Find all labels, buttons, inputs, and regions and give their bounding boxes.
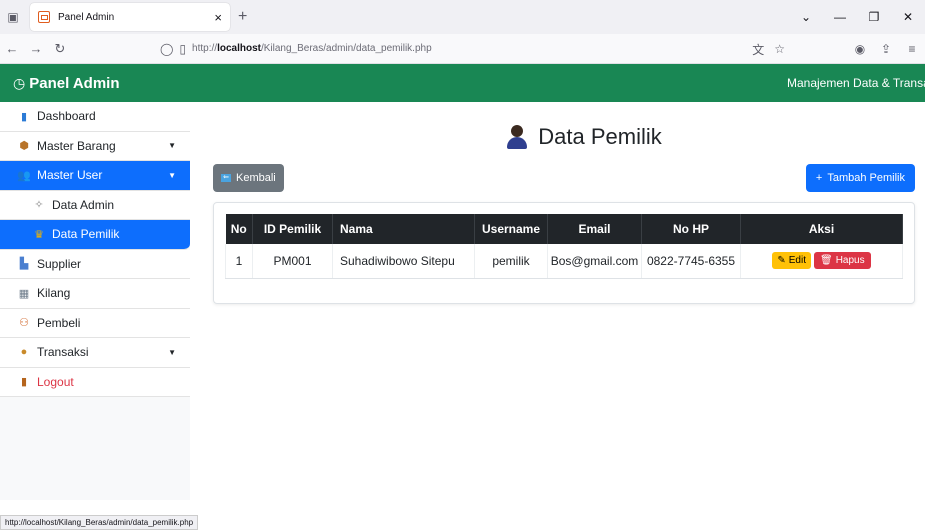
table-card: No ID Pemilik Nama Username Email No HP … — [213, 202, 915, 304]
sidebar-item-master-user[interactable]: 👥 Master User ▼ — [0, 161, 190, 191]
caret-down-icon: ▼ — [168, 347, 176, 357]
users-icon: 👥 — [17, 169, 31, 182]
sidebar-item-label: Pembeli — [37, 315, 81, 330]
table-row: 1 PM001 Suhadiwibowo Sitepu pemilik Bos@… — [225, 244, 903, 279]
sidebar-item-dashboard[interactable]: ▮ Dashboard — [0, 102, 190, 132]
sidebar-item-pembeli[interactable]: ⚇ Pembeli — [0, 308, 190, 338]
person-icon — [506, 125, 528, 149]
cell-no: 1 — [225, 244, 253, 279]
building-icon: ▙ — [19, 258, 29, 271]
cell-hp: 0822-7745-6355 — [641, 244, 741, 279]
account-icon[interactable]: ◉ — [847, 42, 873, 56]
translate-icon[interactable]: 文 — [752, 41, 764, 58]
column-header: No HP — [641, 214, 741, 244]
close-window-icon[interactable]: ✕ — [891, 10, 925, 24]
reload-icon[interactable]: ↻ — [48, 41, 72, 57]
cell-email: Bos@gmail.com — [547, 244, 642, 279]
forward-arrow-icon[interactable]: → — [24, 41, 48, 56]
sidebar-item-label: Dashboard — [37, 109, 96, 124]
column-header: Aksi — [740, 214, 903, 244]
delete-button[interactable]: 🗑 Hapus — [814, 252, 871, 270]
sidebar-item-transaksi[interactable]: ● Transaksi ▼ — [0, 338, 190, 368]
status-bar-url: http://localhost/Kilang_Beras/admin/data… — [0, 515, 199, 530]
sidebar-item-data-pemilik[interactable]: ♛ Data Pemilik — [0, 220, 190, 250]
back-arrow-icon[interactable]: ← — [0, 41, 24, 56]
package-icon: ⬢ — [19, 140, 29, 153]
column-header: Email — [547, 214, 642, 244]
menu-icon[interactable]: ≡ — [899, 42, 925, 56]
url-bar[interactable]: ◯ ▯ http://localhost/Kilang_Beras/admin/… — [160, 37, 765, 61]
browser-tab[interactable]: Panel Admin × — [30, 3, 230, 31]
new-tab-icon[interactable]: + — [238, 8, 247, 26]
tab-title: Panel Admin — [58, 11, 115, 23]
people-icon: ⚇ — [19, 317, 29, 330]
add-owner-button[interactable]: + Tambah Pemilik — [805, 164, 915, 192]
page-icon: ▯ — [179, 41, 187, 56]
factory-icon: ▦ — [18, 287, 30, 300]
column-header: ID Pemilik — [252, 214, 333, 244]
edit-button-label: Edit — [788, 255, 806, 267]
sidebar-item-data-admin[interactable]: ✧ Data Admin — [0, 190, 190, 220]
cell-aksi: ✎ Edit 🗑 Hapus — [740, 244, 903, 279]
sidebar-item-label: Kilang — [37, 286, 71, 301]
sidebar-item-label: Supplier — [37, 256, 82, 271]
plus-icon: + — [815, 172, 823, 184]
owners-table: No ID Pemilik Nama Username Email No HP … — [225, 214, 903, 279]
sidebar-item-kilang[interactable]: ▦ Kilang — [0, 279, 190, 309]
sidebar-item-label: Data Admin — [52, 197, 115, 212]
bar-chart-icon: ▮ — [20, 110, 28, 123]
bookmark-star-icon[interactable]: ☆ — [774, 42, 785, 56]
cell-id: PM001 — [252, 244, 333, 279]
header-subtitle: Manajemen Data & Transaksi — [787, 76, 925, 90]
left-arrow-icon: ⇐ — [221, 174, 231, 182]
edit-button[interactable]: ✎ Edit — [772, 252, 811, 270]
back-button[interactable]: ⇐ Kembali — [213, 164, 284, 192]
page-title: Data Pemilik — [213, 122, 915, 152]
sidebar-item-master-barang[interactable]: ⬢ Master Barang ▼ — [0, 131, 190, 161]
cell-username: pemilik — [474, 244, 548, 279]
extensions-icon[interactable]: ⇪ — [873, 42, 899, 56]
column-header: Nama — [332, 214, 475, 244]
favicon-icon — [38, 11, 50, 23]
sidebar-item-label: Transaksi — [37, 345, 89, 360]
restore-icon[interactable]: ❐ — [857, 10, 891, 24]
crown-icon: ♛ — [34, 228, 44, 241]
brand-text: Panel Admin — [29, 74, 120, 92]
sidebar-item-label: Logout — [37, 374, 74, 389]
back-button-label: Kembali — [236, 172, 276, 184]
sidebar-item-label: Master User — [37, 168, 103, 183]
tab-list-icon[interactable]: ▣ — [0, 0, 26, 34]
sidebar-item-supplier[interactable]: ▙ Supplier — [0, 249, 190, 279]
column-header: Username — [474, 214, 548, 244]
main-content: Data Pemilik ⇐ Kembali + Tambah Pemilik … — [190, 102, 925, 500]
column-header: No — [225, 214, 253, 244]
brand[interactable]: ◷ Panel Admin — [13, 75, 120, 92]
browser-toolbar: ← → ↻ ◯ ▯ http://localhost/Kilang_Beras/… — [0, 34, 925, 64]
speedometer-icon: ◷ — [13, 74, 26, 91]
trash-icon: 🗑 — [820, 255, 833, 267]
admin-icon: ✧ — [34, 199, 44, 212]
close-tab-icon[interactable]: × — [214, 10, 222, 25]
edit-icon: ✎ — [777, 255, 786, 267]
add-button-label: Tambah Pemilik — [827, 172, 905, 184]
sidebar-item-label: Master Barang — [37, 138, 116, 153]
url-text: http://localhost/Kilang_Beras/admin/data… — [192, 43, 432, 54]
chevron-down-icon[interactable]: ⌄ — [789, 10, 823, 24]
delete-button-label: Hapus — [835, 255, 865, 267]
sidebar-item-label: Data Pemilik — [52, 227, 120, 242]
sidebar: ▮ Dashboard ⬢ Master Barang ▼ 👥 Master U… — [0, 102, 190, 500]
app-header: ◷ Panel Admin Manajemen Data & Transaksi — [0, 64, 925, 102]
door-icon: ▮ — [20, 376, 28, 389]
caret-down-icon: ▼ — [168, 170, 176, 180]
sidebar-item-logout[interactable]: ▮ Logout — [0, 367, 190, 397]
money-bag-icon: ● — [20, 346, 28, 359]
shield-icon: ◯ — [160, 41, 174, 56]
page-title-text: Data Pemilik — [538, 124, 662, 149]
cell-nama: Suhadiwibowo Sitepu — [332, 244, 475, 279]
minimize-icon[interactable]: — — [823, 10, 857, 24]
browser-tab-bar: ▣ Panel Admin × + ⌄ — ❐ ✕ — [0, 0, 925, 34]
caret-down-icon: ▼ — [168, 141, 176, 151]
